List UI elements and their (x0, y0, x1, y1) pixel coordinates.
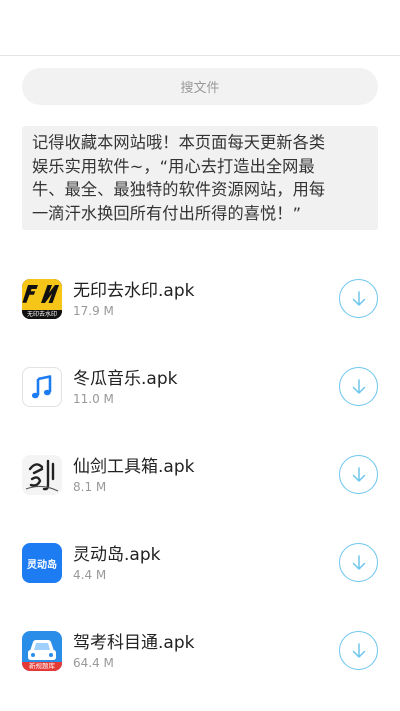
file-size: 4.4 M (73, 568, 107, 582)
download-button[interactable] (339, 455, 378, 494)
top-bar (0, 0, 400, 56)
download-icon (352, 290, 365, 306)
download-button[interactable] (339, 367, 378, 406)
file-item-lingdongdao[interactable]: 灵动岛 灵动岛.apk 4.4 M (0, 516, 400, 604)
file-item-xianjian[interactable]: 仙剑工具箱.apk 8.1 M (0, 428, 400, 516)
car-app-icon: 新规题库 (22, 631, 62, 671)
download-button[interactable] (339, 543, 378, 582)
car-icon-text: 新规题库 (29, 662, 55, 670)
search-input[interactable]: 搜文件 (22, 68, 378, 105)
file-name: 驾考科目通.apk (73, 633, 195, 653)
download-button[interactable] (339, 631, 378, 670)
notice-line: 牛、最全、最独特的软件资源网站，用每 (32, 180, 326, 199)
file-item-jiakao[interactable]: 新规题库 驾考科目通.apk 64.4 M (0, 604, 400, 692)
file-size: 64.4 M (73, 656, 114, 670)
notice-line: 一滴汗水换回所有付出所得的喜悦！” (32, 203, 302, 223)
download-button[interactable] (339, 279, 378, 318)
download-icon (352, 466, 365, 482)
file-name: 无印去水印.apk (73, 281, 195, 301)
download-icon (352, 554, 365, 570)
file-name: 仙剑工具箱.apk (73, 457, 195, 477)
lingdongdao-icon-text: 灵动岛 (27, 559, 57, 571)
notice-line: 娱乐实用软件~，“用心去打造出全网最 (32, 156, 315, 176)
notice-box: 记得收藏本网站哦！本页面每天更新各类 娱乐实用软件~，“用心去打造出全网最 牛、… (22, 126, 378, 230)
file-size: 17.9 M (73, 304, 114, 318)
download-icon (352, 378, 365, 394)
file-size: 8.1 M (73, 480, 107, 494)
calligraphy-sword-app-icon (22, 455, 62, 495)
music-note-app-icon (22, 367, 62, 407)
search-placeholder: 搜文件 (180, 81, 220, 96)
file-item-dongua[interactable]: 冬瓜音乐.apk 11.0 M (0, 340, 400, 428)
file-item-wuyin[interactable]: 无印去水印 无印去水印.apk 17.9 M (0, 252, 400, 340)
wuyin-icon-text: 无印去水印 (26, 311, 57, 318)
file-name: 冬瓜音乐.apk (73, 369, 178, 389)
file-size: 11.0 M (73, 392, 114, 406)
notice-line: 记得收藏本网站哦！本页面每天更新各类 (32, 133, 326, 152)
wuyin-app-icon: 无印去水印 (22, 279, 62, 319)
download-icon (352, 642, 365, 658)
lingdongdao-app-icon: 灵动岛 (22, 543, 62, 583)
file-list: 无印去水印 无印去水印.apk 17.9 M 冬瓜音乐.apk 11.0 M 仙… (0, 252, 400, 692)
file-name: 灵动岛.apk (73, 545, 161, 565)
